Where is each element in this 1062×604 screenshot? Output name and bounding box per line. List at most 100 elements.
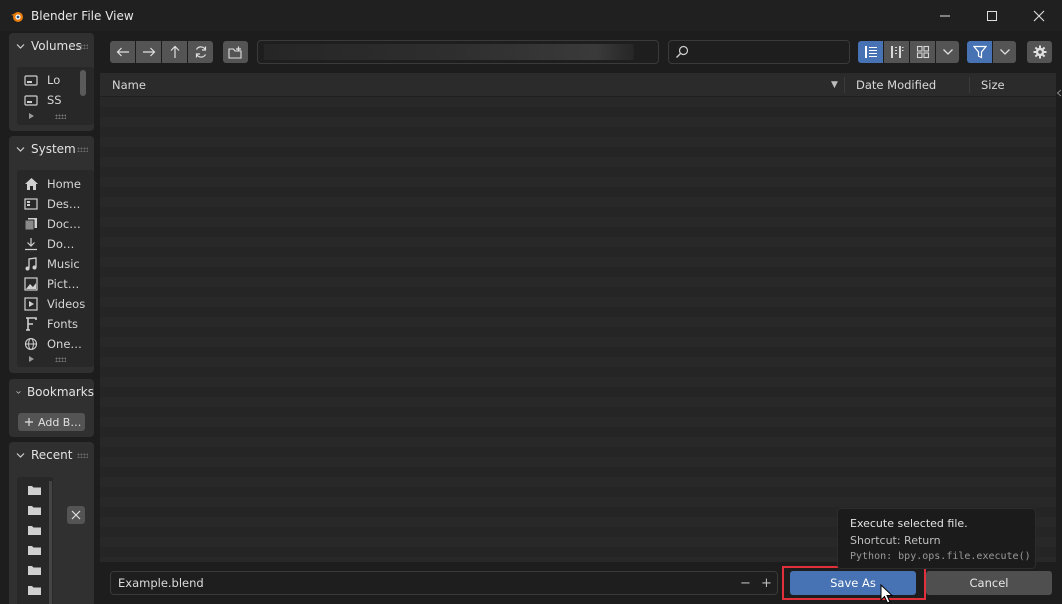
chevron-down-icon — [16, 146, 25, 152]
sidebar-item-label: Home — [47, 177, 81, 191]
sort-indicator-icon: ▼ — [831, 80, 838, 90]
folder-icon[interactable] — [27, 564, 42, 579]
arrow-left-icon — [116, 47, 129, 57]
folder-icon[interactable] — [27, 544, 42, 559]
volumes-list: Lo SS — [17, 67, 94, 125]
sidebar-item-pictures[interactable]: Pict… — [17, 274, 94, 294]
sidebar: Volumes Lo SS System Home Des… Doc… Do… … — [0, 31, 100, 604]
folder-icon[interactable] — [27, 524, 42, 539]
display-options-dropdown[interactable] — [936, 41, 959, 63]
filename-value: Example.blend — [118, 576, 204, 590]
drag-handle-icon[interactable] — [77, 44, 88, 49]
sidebar-item-home[interactable]: Home — [17, 174, 94, 194]
fonts-icon — [23, 316, 39, 332]
back-button[interactable] — [110, 41, 135, 63]
recent-panel-header[interactable]: Recent — [9, 442, 94, 468]
close-icon — [1033, 10, 1045, 21]
sidebar-item-label: Doc… — [47, 217, 81, 231]
column-size[interactable]: Size — [981, 78, 1005, 92]
settings-button[interactable] — [1027, 41, 1052, 63]
plus-icon — [25, 418, 33, 426]
chevron-down-icon — [999, 49, 1010, 55]
system-panel-header[interactable]: System — [9, 136, 94, 162]
bookmarks-panel-header[interactable]: Bookmarks — [9, 379, 94, 405]
filter-icon — [972, 45, 987, 59]
add-bookmark-button[interactable]: Add B… — [18, 413, 85, 431]
bookmarks-panel: Bookmarks Add B… — [9, 379, 94, 437]
refresh-button[interactable] — [188, 41, 213, 63]
volume-label: Lo — [47, 73, 61, 87]
sidebar-item-fonts[interactable]: Fonts — [17, 314, 94, 334]
volumes-panel-header[interactable]: Volumes — [9, 33, 94, 59]
blender-logo-icon — [10, 9, 24, 23]
search-input[interactable] — [668, 40, 850, 64]
drag-handle-icon[interactable] — [77, 453, 88, 458]
sidebar-item-music[interactable]: Music — [17, 254, 94, 274]
videos-icon — [23, 296, 39, 312]
system-list: Home Des… Doc… Do… Music Pict… Videos Fo… — [17, 170, 94, 367]
system-panel: System Home Des… Doc… Do… Music Pict… Vi… — [9, 136, 94, 373]
refresh-icon — [195, 46, 206, 58]
volumes-title: Volumes — [31, 39, 82, 53]
documents-icon — [23, 216, 39, 232]
sidebar-item-label: One… — [47, 337, 82, 351]
bookmarks-title: Bookmarks — [26, 385, 94, 399]
sidebar-item-label: Fonts — [47, 317, 79, 331]
directory-path-field[interactable] — [257, 40, 659, 64]
file-list-rows[interactable] — [100, 97, 1056, 562]
filter-toggle-button[interactable] — [967, 41, 992, 63]
tooltip-description: Execute selected file. — [850, 517, 968, 530]
toolbar — [100, 31, 1062, 73]
search-icon — [676, 45, 689, 58]
new-directory-button[interactable] — [223, 41, 248, 63]
column-date-modified[interactable]: Date Modified — [856, 78, 936, 92]
decrement-button[interactable]: − — [740, 576, 751, 591]
folder-icon[interactable] — [27, 584, 42, 599]
tooltip-python: Python: bpy.ops.file.execute() — [850, 551, 1031, 562]
parent-directory-button[interactable] — [162, 41, 187, 63]
home-icon — [23, 176, 39, 192]
pictures-icon — [23, 276, 39, 292]
filter-options-dropdown[interactable] — [993, 41, 1016, 63]
display-thumbnails-button[interactable] — [910, 41, 935, 63]
cancel-button[interactable]: Cancel — [926, 571, 1052, 595]
chevron-left-icon[interactable] — [1056, 89, 1062, 97]
minimize-button[interactable] — [922, 0, 968, 31]
display-vertical-list-button[interactable] — [858, 41, 883, 63]
scroll-edge — [1056, 73, 1062, 562]
gear-icon — [1033, 45, 1046, 59]
new-folder-icon — [228, 46, 242, 59]
expand-triangle-icon[interactable] — [29, 356, 34, 362]
minimize-icon — [940, 15, 950, 16]
volumes-panel: Volumes Lo SS — [9, 33, 94, 131]
list-scrollbar[interactable] — [49, 481, 52, 604]
sidebar-item-desktop[interactable]: Des… — [17, 194, 94, 214]
sidebar-item-documents[interactable]: Doc… — [17, 214, 94, 234]
filename-field[interactable]: Example.blend − + — [110, 571, 778, 595]
recent-title: Recent — [31, 448, 73, 462]
file-browser[interactable]: Name ▼ Date Modified Size — [100, 73, 1056, 562]
window-title: Blender File View — [31, 8, 134, 23]
download-icon — [23, 236, 39, 252]
resize-grip-icon[interactable] — [55, 114, 66, 119]
forward-button[interactable] — [136, 41, 161, 63]
sidebar-item-downloads[interactable]: Do… — [17, 234, 94, 254]
column-name[interactable]: Name — [112, 78, 146, 92]
folder-icon[interactable] — [27, 484, 42, 499]
drive-icon — [23, 72, 39, 88]
column-divider[interactable] — [969, 77, 970, 93]
close-window-button[interactable] — [1016, 0, 1062, 31]
maximize-button[interactable] — [969, 0, 1015, 31]
increment-button[interactable]: + — [761, 576, 772, 591]
list-scrollbar[interactable] — [80, 70, 86, 96]
music-icon — [23, 256, 39, 272]
display-horizontal-list-button[interactable] — [884, 41, 909, 63]
sidebar-item-onedrive[interactable]: One… — [17, 334, 94, 354]
column-divider[interactable] — [844, 77, 845, 93]
drag-handle-icon[interactable] — [77, 147, 88, 152]
clear-recent-button[interactable] — [67, 506, 85, 524]
expand-triangle-icon[interactable] — [29, 113, 34, 119]
sidebar-item-videos[interactable]: Videos — [17, 294, 94, 314]
resize-grip-icon[interactable] — [55, 357, 66, 362]
folder-icon[interactable] — [27, 504, 42, 519]
